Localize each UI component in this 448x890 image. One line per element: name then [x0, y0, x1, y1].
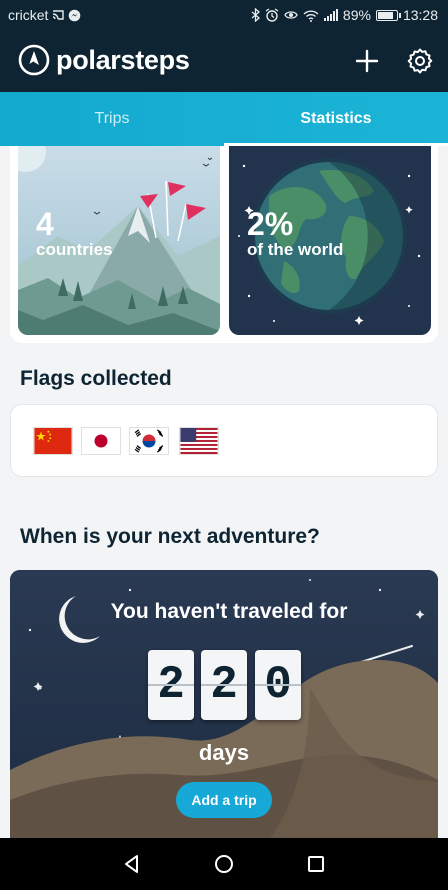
battery-icon: [375, 9, 401, 21]
day-digit-ones: 0: [255, 650, 301, 720]
wifi-icon: [303, 9, 319, 22]
alarm-icon: [265, 8, 279, 22]
android-nav-bar: [0, 838, 448, 890]
cast-icon: [53, 10, 65, 20]
plus-icon[interactable]: [352, 46, 382, 76]
day-digit-tens: 2: [201, 650, 247, 720]
days-since-headline: You haven't traveled for: [110, 600, 348, 623]
flag-japan-icon: [81, 427, 121, 455]
flag-usa-icon: [179, 427, 219, 455]
back-triangle-icon[interactable]: [120, 852, 144, 876]
flags-section-title: Flags collected: [20, 367, 172, 390]
messenger-icon: [69, 9, 81, 21]
add-trip-button[interactable]: Add a trip: [176, 782, 272, 818]
battery-fill: [377, 11, 393, 19]
flags-card[interactable]: [10, 404, 438, 477]
status-left: cricket: [8, 7, 81, 23]
status-right: 89% 13:28: [251, 7, 438, 23]
next-adventure-title: When is your next adventure?: [20, 525, 320, 548]
recents-square-icon[interactable]: [304, 852, 328, 876]
flag-south-korea-icon: [129, 427, 169, 455]
eye-icon: [284, 11, 298, 19]
compass-logo-icon: [18, 44, 50, 76]
day-digit-hundreds: 2: [148, 650, 194, 720]
status-bar: cricket 89% 13:28: [0, 0, 448, 30]
tab-trips-label: Trips: [94, 110, 130, 127]
world-percent-value: 2%: [247, 206, 294, 242]
clock: 13:28: [402, 7, 438, 23]
flag-china-icon: [33, 427, 73, 455]
world-percent-label: of the world: [247, 240, 344, 259]
home-circle-icon[interactable]: [212, 852, 236, 876]
tab-bar: Trips Statistics: [0, 92, 448, 146]
world-percent-card[interactable]: 2% of the world: [229, 146, 431, 335]
polarsteps-logo: polarsteps: [18, 44, 190, 76]
app-header: polarsteps: [0, 30, 448, 92]
bluetooth-icon: [251, 8, 260, 22]
countries-label: countries: [36, 240, 113, 259]
days-unit-label: days: [198, 740, 250, 765]
stats-cards-container: 4 countries 2% of the world: [10, 146, 438, 343]
countries-card[interactable]: 4 countries: [18, 146, 220, 335]
battery-percent: 89%: [342, 7, 371, 23]
gear-icon[interactable]: [405, 46, 435, 76]
tab-trips[interactable]: Trips: [0, 92, 224, 146]
brand-name: polarsteps: [56, 44, 190, 75]
carrier-name: cricket: [8, 7, 49, 23]
signal-icon: [323, 9, 338, 21]
countries-count: 4: [36, 206, 54, 242]
tab-statistics[interactable]: Statistics: [224, 92, 448, 146]
tab-statistics-label: Statistics: [300, 110, 372, 127]
next-adventure-card: You haven't traveled for 2 2 0 days Add …: [10, 570, 438, 838]
